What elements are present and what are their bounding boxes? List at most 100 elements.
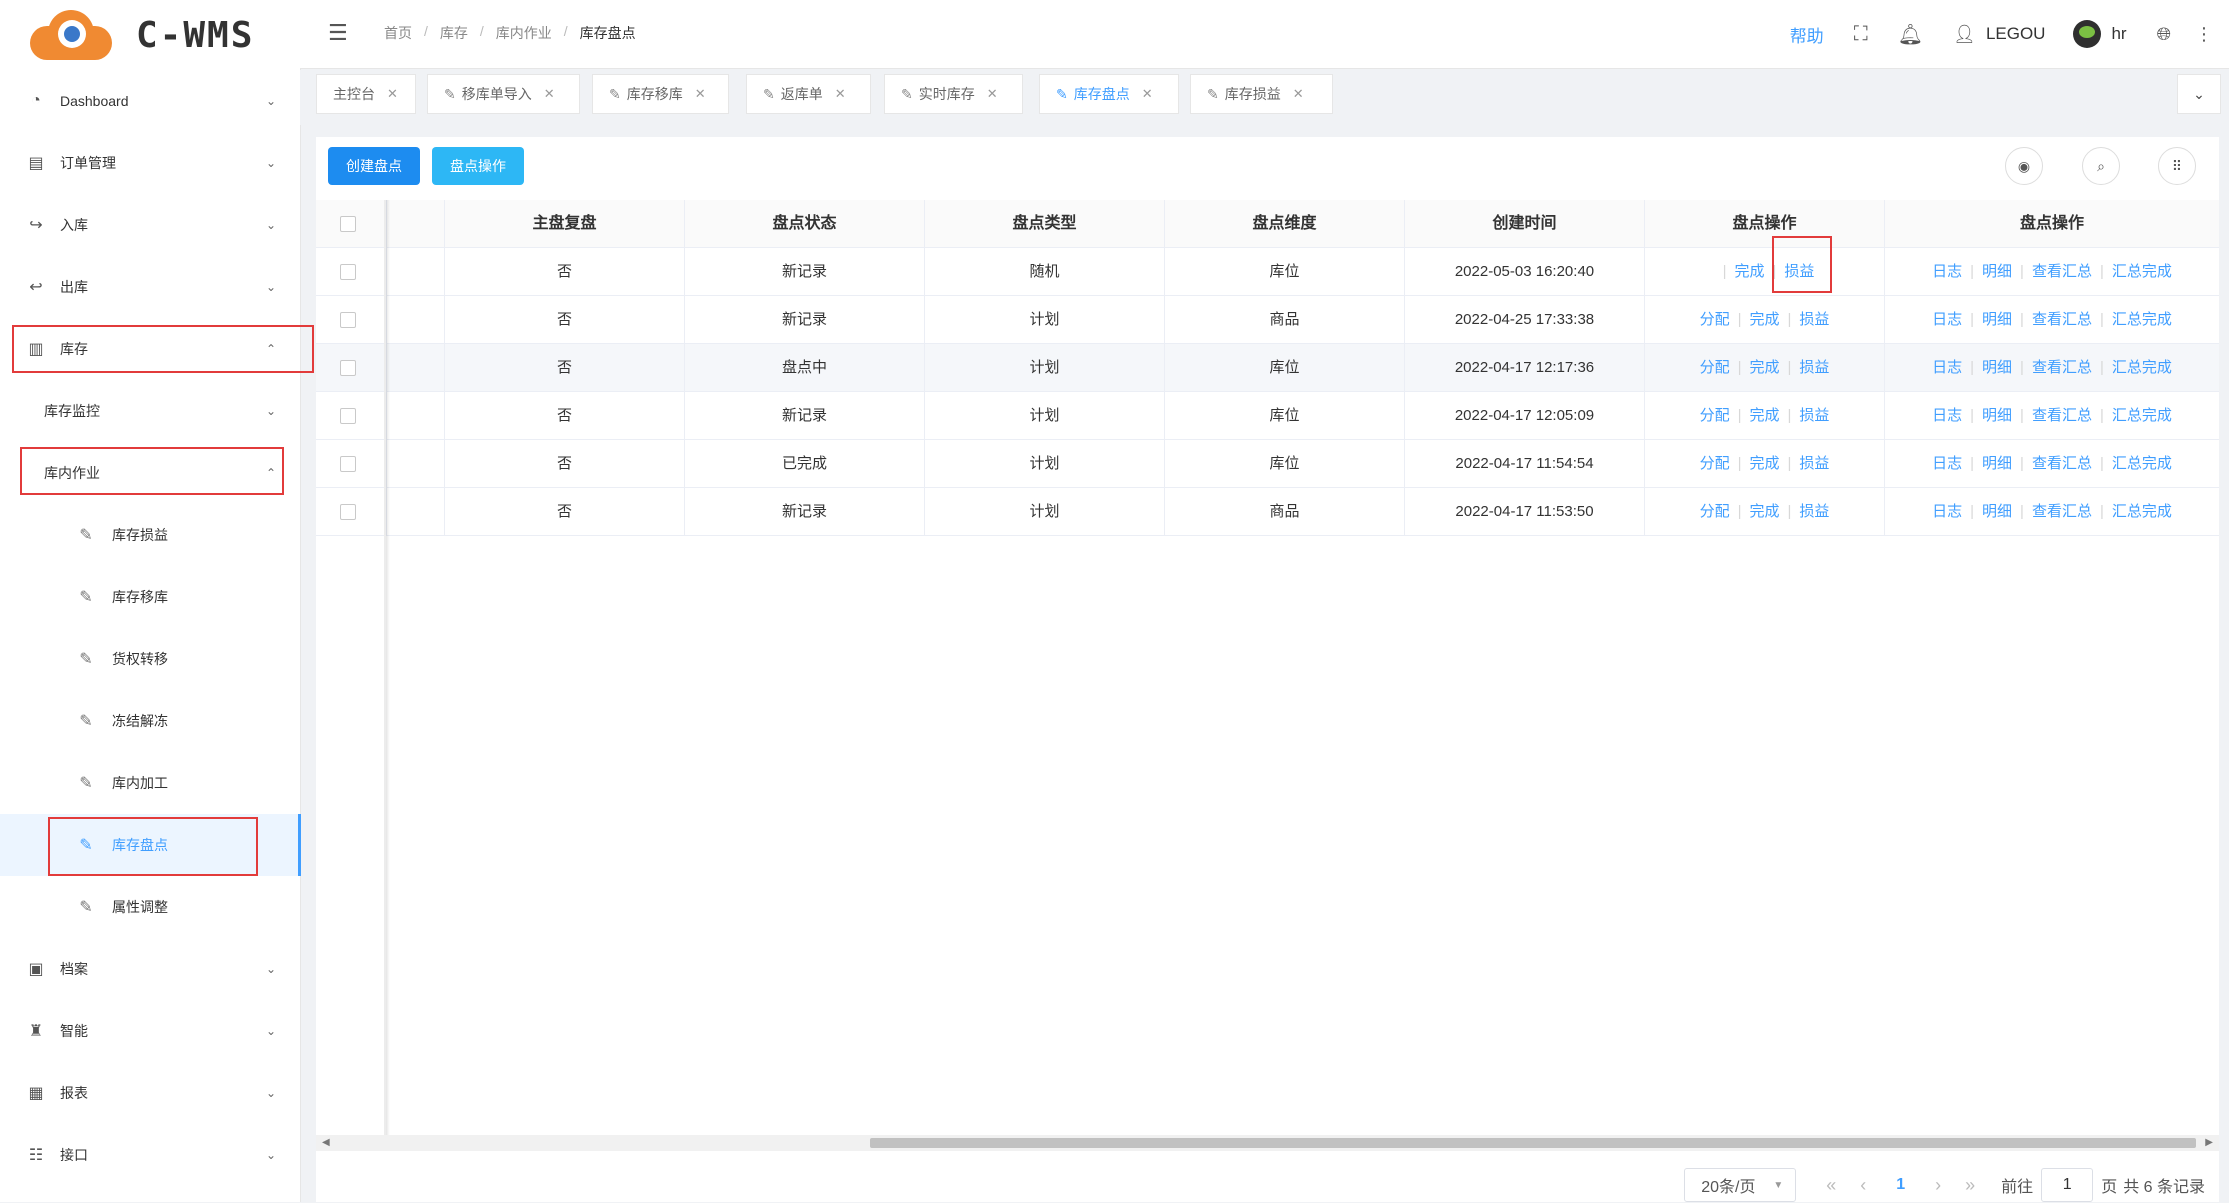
close-icon[interactable]: ✕ [1142, 86, 1153, 102]
more-vertical-icon[interactable]: ⋮ [2195, 24, 2213, 45]
goto-page-input[interactable]: 1 [2041, 1168, 2094, 1202]
sidebar-item-ownership-transfer[interactable]: ✎ 货权转移 [0, 628, 300, 690]
scroll-left-icon[interactable]: ◀ [322, 1135, 330, 1151]
first-page-icon[interactable]: « [1826, 1175, 1836, 1196]
adjust-link[interactable]: 损益 [1799, 503, 1829, 520]
user-menu[interactable]: 👤︎ LEGOU [1953, 24, 2045, 45]
scrollbar-thumb[interactable] [870, 1138, 2196, 1148]
adjust-link[interactable]: 损益 [1799, 455, 1829, 472]
next-page-icon[interactable]: › [1935, 1175, 1941, 1196]
summary-complete-link[interactable]: 汇总完成 [2112, 263, 2172, 280]
sidebar-item-archive[interactable]: ▣ 档案 ⌄ [0, 938, 300, 1000]
log-link[interactable]: 日志 [1932, 455, 1962, 472]
help-link[interactable]: 帮助 [1790, 22, 1824, 47]
close-icon[interactable]: ✕ [835, 86, 846, 102]
fullscreen-icon[interactable]: ⛶ [1854, 23, 1868, 46]
view-summary-link[interactable]: 查看汇总 [2032, 311, 2092, 328]
complete-link[interactable]: 完成 [1749, 407, 1779, 424]
eye-icon[interactable]: ◉ [2005, 147, 2043, 185]
complete-link[interactable]: 完成 [1734, 263, 1764, 280]
summary-complete-link[interactable]: 汇总完成 [2112, 311, 2172, 328]
log-link[interactable]: 日志 [1932, 263, 1962, 280]
tab-stocktake[interactable]: ✎ 库存盘点 ✕ [1039, 74, 1179, 114]
assign-link[interactable]: 分配 [1700, 455, 1730, 472]
page-size-select[interactable]: 20条/页 ▼ [1684, 1168, 1797, 1202]
tab-realtime-inventory[interactable]: ✎ 实时库存 ✕ [884, 74, 1023, 114]
assign-link[interactable]: 分配 [1700, 407, 1730, 424]
row-checkbox[interactable] [340, 408, 356, 424]
sidebar-item-reports[interactable]: ▦ 报表 ⌄ [0, 1062, 300, 1124]
summary-complete-link[interactable]: 汇总完成 [2112, 407, 2172, 424]
bell-icon[interactable]: 🔔︎ [1898, 22, 1923, 47]
user-name-secondary[interactable]: hr [2111, 24, 2126, 44]
sidebar-item-dashboard[interactable]: ◔ Dashboard ⌄ [0, 70, 300, 132]
adjust-link[interactable]: 损益 [1799, 359, 1829, 376]
row-checkbox[interactable] [340, 264, 356, 280]
row-checkbox[interactable] [340, 504, 356, 520]
sidebar-item-attribute-adjust[interactable]: ✎ 属性调整 [0, 876, 300, 938]
sidebar-item-inventory-move[interactable]: ✎ 库存移库 [0, 566, 300, 628]
sidebar-item-stocktake[interactable]: ✎ 库存盘点 [0, 814, 301, 876]
log-link[interactable]: 日志 [1932, 503, 1962, 520]
sidebar-item-inventory[interactable]: ▥ 库存 ⌃ [0, 318, 300, 380]
tab-inventory-adjust[interactable]: ✎ 库存损益 ✕ [1190, 74, 1333, 114]
create-stocktake-button[interactable]: 创建盘点 [328, 147, 420, 185]
complete-link[interactable]: 完成 [1749, 503, 1779, 520]
tabs-dropdown-button[interactable]: ⌄ [2177, 74, 2221, 114]
log-link[interactable]: 日志 [1932, 359, 1962, 376]
summary-complete-link[interactable]: 汇总完成 [2112, 359, 2172, 376]
assign-link[interactable]: 分配 [1700, 503, 1730, 520]
tab-dashboard[interactable]: 主控台 ✕ [316, 74, 416, 114]
horizontal-scrollbar[interactable]: ◀ ▶ [316, 1135, 2219, 1151]
close-icon[interactable]: ✕ [987, 86, 998, 102]
detail-link[interactable]: 明细 [1982, 407, 2012, 424]
row-checkbox[interactable] [340, 456, 356, 472]
avatar[interactable] [2073, 20, 2102, 48]
view-summary-link[interactable]: 查看汇总 [2032, 503, 2092, 520]
last-page-icon[interactable]: » [1965, 1175, 1975, 1196]
breadcrumb-item[interactable]: 库内作业 [496, 23, 552, 43]
close-icon[interactable]: ✕ [695, 86, 706, 102]
detail-link[interactable]: 明细 [1982, 311, 2012, 328]
detail-link[interactable]: 明细 [1982, 263, 2012, 280]
tab-return[interactable]: ✎ 返库单 ✕ [746, 74, 871, 114]
sidebar-item-interface[interactable]: ☷ 接口 ⌄ [0, 1124, 300, 1186]
assign-link[interactable]: 分配 [1700, 311, 1730, 328]
scroll-right-icon[interactable]: ▶ [2205, 1135, 2213, 1151]
complete-link[interactable]: 完成 [1749, 359, 1779, 376]
breadcrumb-item[interactable]: 首页 [384, 23, 412, 43]
view-summary-link[interactable]: 查看汇总 [2032, 407, 2092, 424]
sidebar-item-processing[interactable]: ✎ 库内加工 [0, 752, 300, 814]
breadcrumb-item[interactable]: 库存 [440, 23, 468, 43]
view-summary-link[interactable]: 查看汇总 [2032, 359, 2092, 376]
detail-link[interactable]: 明细 [1982, 359, 2012, 376]
sidebar-item-inventory-adjust[interactable]: ✎ 库存损益 [0, 504, 300, 566]
complete-link[interactable]: 完成 [1749, 455, 1779, 472]
log-link[interactable]: 日志 [1932, 407, 1962, 424]
detail-link[interactable]: 明细 [1982, 503, 2012, 520]
tab-move-import[interactable]: ✎ 移库单导入 ✕ [427, 74, 580, 114]
detail-link[interactable]: 明细 [1982, 455, 2012, 472]
grid-icon[interactable]: ⠿ [2158, 147, 2196, 185]
select-all-checkbox[interactable] [340, 216, 356, 232]
view-summary-link[interactable]: 查看汇总 [2032, 455, 2092, 472]
close-icon[interactable]: ✕ [387, 86, 398, 102]
log-link[interactable]: 日志 [1932, 311, 1962, 328]
assign-link[interactable]: 分配 [1700, 359, 1730, 376]
close-icon[interactable]: ✕ [1293, 86, 1304, 102]
sidebar-item-orders[interactable]: ▤ 订单管理 ⌄ [0, 132, 300, 194]
row-checkbox[interactable] [340, 360, 356, 376]
view-summary-link[interactable]: 查看汇总 [2032, 263, 2092, 280]
current-page[interactable]: 1 [1896, 1176, 1905, 1194]
sidebar-item-freeze[interactable]: ✎ 冻结解冻 [0, 690, 300, 752]
sidebar-item-smart[interactable]: ♜ 智能 ⌄ [0, 1000, 300, 1062]
stocktake-ops-button[interactable]: 盘点操作 [432, 147, 524, 185]
menu-fold-icon[interactable]: ☰ [328, 20, 348, 46]
summary-complete-link[interactable]: 汇总完成 [2112, 503, 2172, 520]
sidebar-item-warehouse-ops[interactable]: 库内作业 ⌃ [0, 442, 300, 504]
sidebar-item-inventory-monitor[interactable]: 库存监控 ⌄ [0, 380, 300, 442]
sidebar-item-outbound[interactable]: ↩ 出库 ⌄ [0, 256, 300, 318]
adjust-link[interactable]: 损益 [1799, 311, 1829, 328]
search-icon[interactable]: ⌕ [2082, 147, 2120, 185]
tab-inventory-move[interactable]: ✎ 库存移库 ✕ [592, 74, 729, 114]
